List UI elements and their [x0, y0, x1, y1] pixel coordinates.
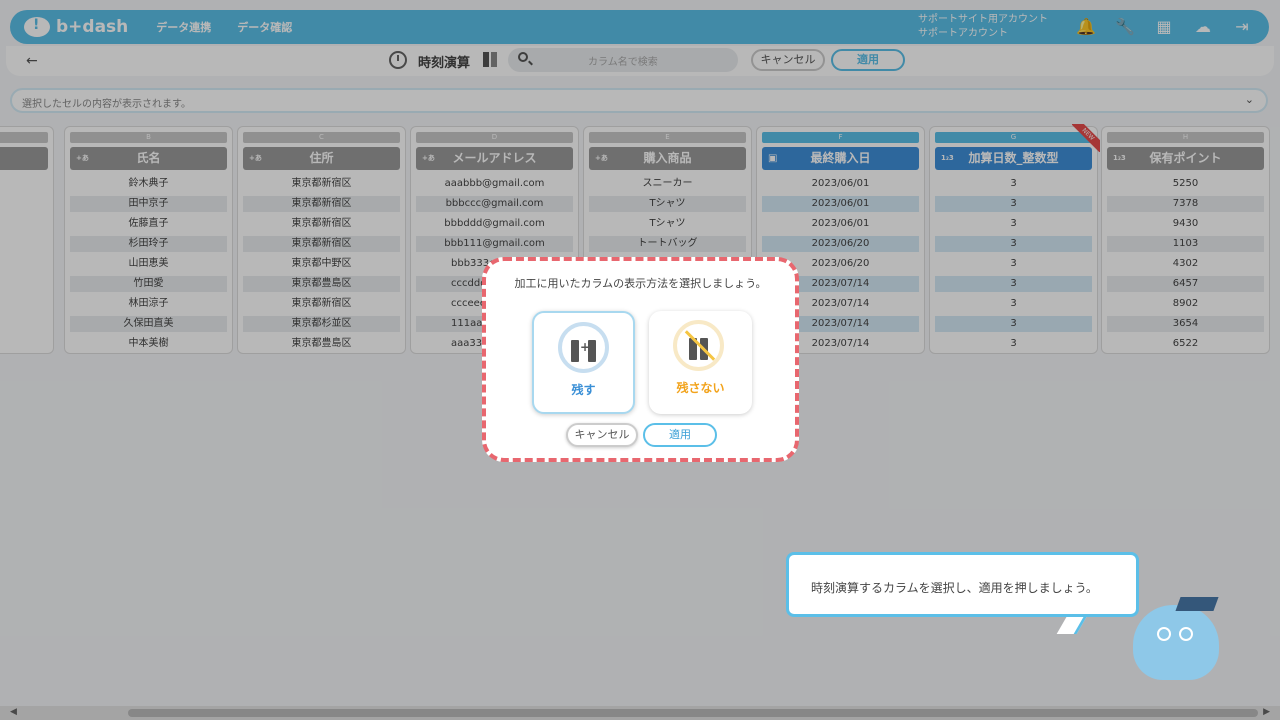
keep-option-button[interactable]: + 残す — [532, 311, 635, 414]
graduation-cap-icon — [1175, 597, 1219, 611]
modal-title: 加工に用いたカラムの表示方法を選択しましょう。 — [514, 277, 767, 290]
modal-apply-button[interactable]: 適用 — [643, 423, 717, 447]
remove-columns-icon — [673, 320, 724, 371]
keep-option-label: 残す — [571, 383, 596, 397]
column-bar-left — [571, 340, 579, 362]
column-bar-right — [588, 340, 596, 362]
mascot-icon — [1133, 605, 1219, 680]
mascot-eye-right — [1179, 627, 1193, 641]
tutorial-speech-bubble: 時刻演算するカラムを選択し、適用を押しましょう。 — [786, 552, 1139, 617]
keep-columns-icon: + — [558, 322, 609, 373]
modal-cancel-button[interactable]: キャンセル — [566, 423, 638, 447]
column-display-modal: 加工に用いたカラムの表示方法を選択しましょう。 + 残す 残さない キャンセル … — [482, 257, 799, 462]
no-keep-option-button[interactable]: 残さない — [649, 311, 752, 414]
no-keep-option-label: 残さない — [676, 381, 725, 395]
mascot-eye-left — [1157, 627, 1171, 641]
tutorial-message: 時刻演算するカラムを選択し、適用を押しましょう。 — [811, 581, 1098, 595]
